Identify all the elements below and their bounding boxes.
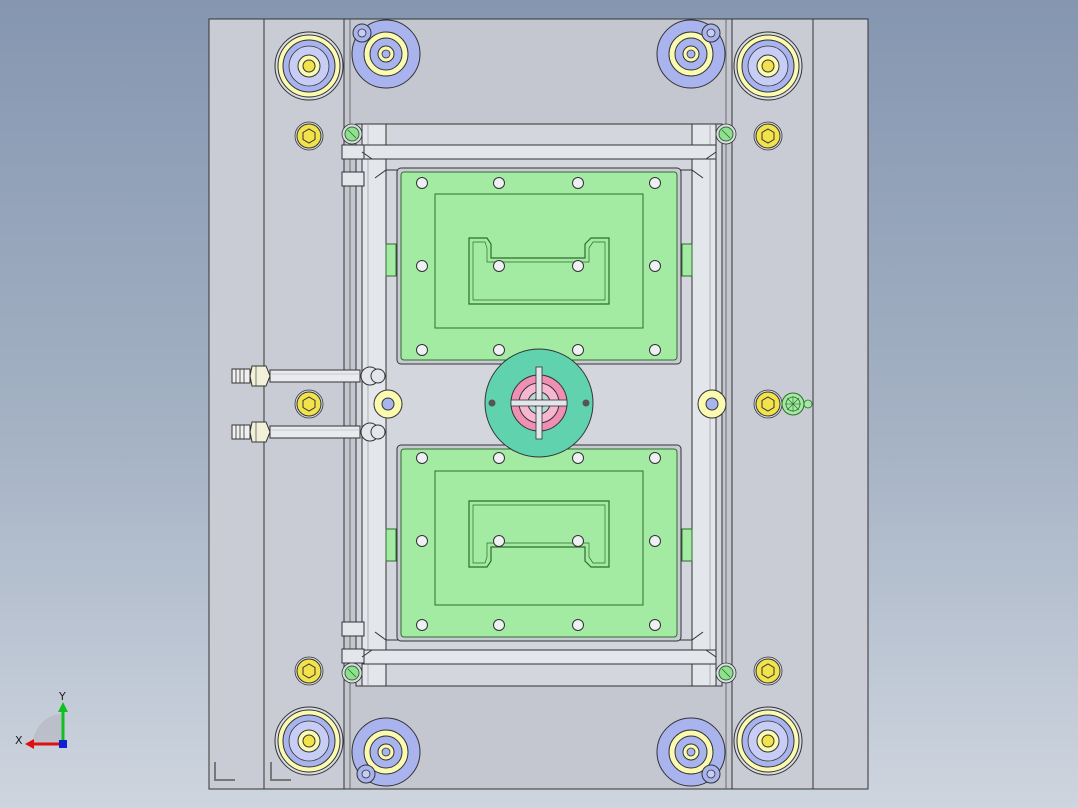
axis-x-label: X: [15, 734, 23, 747]
sprue-bushing-icon[interactable]: [484, 348, 594, 458]
axis-triad: Y X: [15, 690, 68, 749]
cad-viewport[interactable]: Y X: [0, 0, 1078, 808]
axis-y-label: Y: [58, 690, 66, 703]
cavity-insert-lower[interactable]: [396, 444, 682, 642]
cavity-insert-upper[interactable]: [396, 167, 682, 365]
